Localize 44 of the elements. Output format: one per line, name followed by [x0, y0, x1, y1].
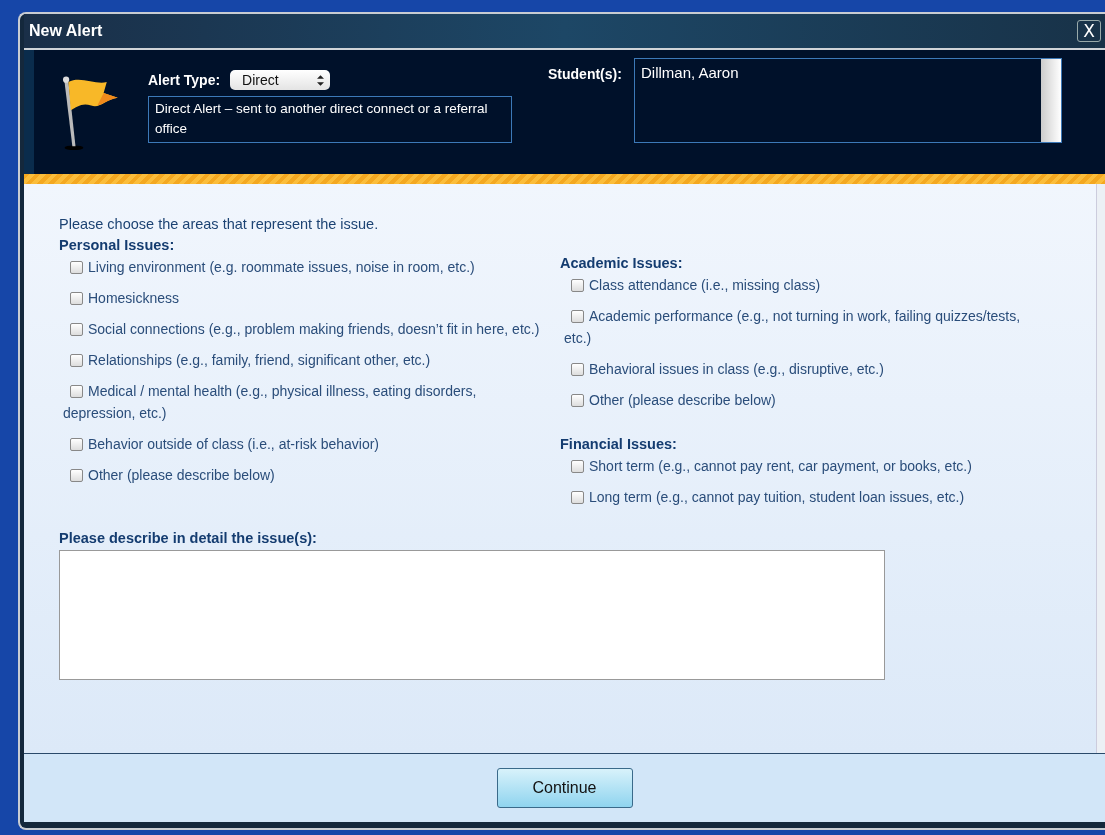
checkbox-option[interactable]: Living environment (e.g. roommate issues, noise in room, etc.) [59, 256, 549, 278]
window-title: New Alert [29, 22, 103, 40]
students-label: Student(s): [548, 66, 623, 82]
details-field[interactable] [59, 550, 885, 680]
checkbox-option[interactable]: Other (please describe below) [59, 464, 549, 486]
checkbox-option[interactable]: Social connections (e.g., problem making friends, doesn’t fit in here, etc.) [59, 318, 549, 340]
checkbox[interactable] [571, 491, 584, 504]
checkbox[interactable] [70, 385, 83, 398]
checkbox-option[interactable]: Relationships (e.g., family, friend, significant other, etc.) [59, 349, 549, 371]
section-heading: Personal Issues: [59, 237, 176, 253]
checkbox[interactable] [70, 469, 83, 482]
section-heading: Please describe in detail the issue(s): [59, 530, 318, 546]
checkbox[interactable] [571, 460, 584, 473]
close-button[interactable]: X [1077, 20, 1101, 42]
checkbox[interactable] [571, 363, 584, 376]
checkbox-option[interactable]: Class attendance (i.e., missing class) [560, 274, 1050, 296]
checkbox[interactable] [70, 292, 83, 305]
section-heading: Academic Issues: [560, 255, 684, 271]
student-item[interactable]: Dillman, Aaron [641, 64, 1035, 81]
students-list[interactable]: Dillman, Aaron [634, 58, 1062, 143]
checkbox[interactable] [571, 394, 584, 407]
continue-button[interactable]: Continue [496, 768, 633, 808]
checkbox[interactable] [70, 354, 83, 367]
checkbox-option[interactable]: Academic performance (e.g., not turning in work, failing quizzes/tests, etc.) [560, 305, 1050, 349]
stepper-arrows-icon [317, 74, 325, 86]
checkbox-option[interactable]: Medical / mental health (e.g., physical illness, eating disorders, depression, etc.) [59, 380, 549, 424]
checkbox[interactable] [70, 261, 83, 274]
checkbox-option[interactable]: Behavioral issues in class (e.g., disruptive, etc.) [560, 358, 1050, 380]
checkbox-option[interactable]: Short term (e.g., cannot pay rent, car payment, or books, etc.) [560, 455, 1050, 477]
checkbox-option[interactable]: Long term (e.g., cannot pay tuition, student loan issues, etc.) [560, 486, 1050, 508]
checkbox[interactable] [571, 279, 584, 292]
alert-type-dropdown[interactable]: Direct [230, 70, 331, 90]
checkbox[interactable] [70, 438, 83, 451]
scrollbar[interactable] [1096, 184, 1105, 753]
checkbox[interactable] [571, 310, 584, 323]
checkbox-option[interactable]: Homesickness [59, 287, 549, 309]
section-heading: Financial Issues: [560, 436, 678, 452]
alert-description: Direct Alert – sent to another direct connect or a referral office [148, 96, 512, 143]
checkbox-option[interactable]: Other (please describe below) [560, 389, 1050, 411]
alert-type-label: Alert Type: [148, 72, 221, 88]
checkbox-option[interactable]: Behavior outside of class (i.e., at-risk behavior) [59, 433, 549, 455]
checkbox[interactable] [70, 323, 83, 336]
scrollbar[interactable] [1041, 59, 1061, 142]
instructions-text: Please choose the areas that represent the issue. [59, 216, 380, 232]
